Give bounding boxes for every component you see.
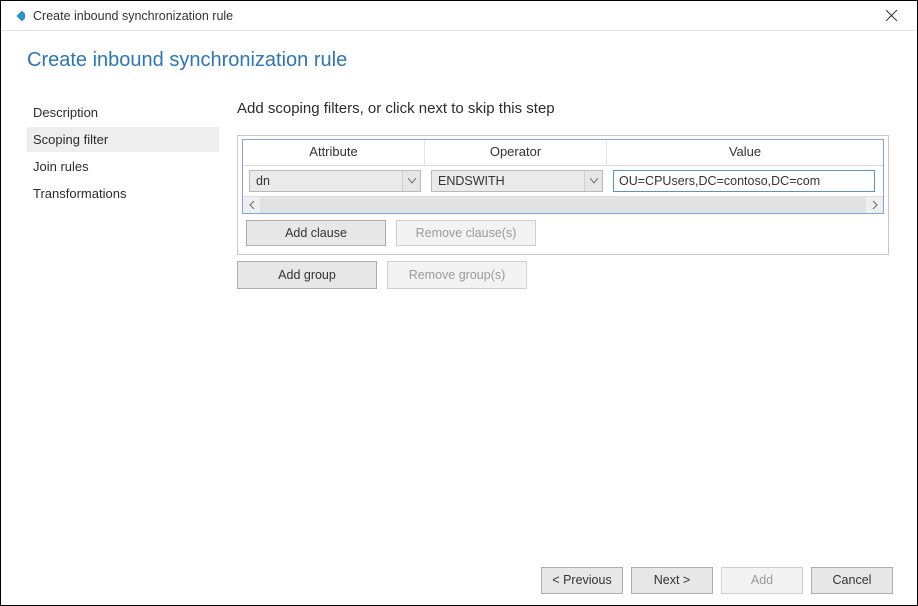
chevron-down-icon: [402, 171, 420, 191]
add-clause-button[interactable]: Add clause: [246, 220, 386, 246]
footer: < Previous Next > Add Cancel: [1, 555, 917, 605]
sidebar-item-transformations[interactable]: Transformations: [27, 181, 219, 206]
clause-row: dn ENDSWITH: [243, 166, 883, 196]
attribute-select-value: dn: [256, 174, 270, 188]
next-button[interactable]: Next >: [631, 567, 713, 594]
window-title: Create inbound synchronization rule: [33, 9, 873, 23]
sidebar: Description Scoping filter Join rules Tr…: [27, 100, 219, 289]
titlebar: Create inbound synchronization rule: [1, 1, 917, 31]
group-button-row: Add group Remove group(s): [237, 261, 889, 289]
main-panel: Add scoping filters, or click next to sk…: [237, 100, 889, 289]
col-header-operator: Operator: [425, 140, 607, 165]
scroll-right-arrow[interactable]: [866, 197, 883, 213]
add-button[interactable]: Add: [721, 567, 803, 594]
app-icon: [9, 8, 25, 24]
page-title: Create inbound synchronization rule: [27, 49, 889, 72]
col-header-attribute: Attribute: [243, 140, 425, 165]
remove-group-button[interactable]: Remove group(s): [387, 261, 527, 289]
sidebar-item-description[interactable]: Description: [27, 100, 219, 125]
close-button[interactable]: [873, 1, 909, 31]
value-input[interactable]: [613, 170, 875, 192]
filter-panel: Attribute Operator Value dn: [237, 135, 889, 255]
operator-select-value: ENDSWITH: [438, 174, 505, 188]
sidebar-item-join-rules[interactable]: Join rules: [27, 154, 219, 179]
operator-select[interactable]: ENDSWITH: [431, 170, 603, 192]
sidebar-item-scoping-filter[interactable]: Scoping filter: [27, 127, 219, 152]
remove-clause-button[interactable]: Remove clause(s): [396, 220, 536, 246]
col-header-value: Value: [607, 140, 883, 165]
add-group-button[interactable]: Add group: [237, 261, 377, 289]
scroll-track[interactable]: [260, 197, 866, 213]
attribute-select[interactable]: dn: [249, 170, 421, 192]
clause-button-row: Add clause Remove clause(s): [242, 214, 884, 250]
chevron-down-icon: [584, 171, 602, 191]
step-heading: Add scoping filters, or click next to sk…: [237, 100, 889, 117]
previous-button[interactable]: < Previous: [541, 567, 623, 594]
cancel-button[interactable]: Cancel: [811, 567, 893, 594]
scoping-group: Attribute Operator Value dn: [242, 139, 884, 214]
content-area: Create inbound synchronization rule Desc…: [1, 31, 917, 555]
grid-header: Attribute Operator Value: [243, 140, 883, 166]
scroll-left-arrow[interactable]: [243, 197, 260, 213]
horizontal-scrollbar[interactable]: [243, 196, 883, 213]
